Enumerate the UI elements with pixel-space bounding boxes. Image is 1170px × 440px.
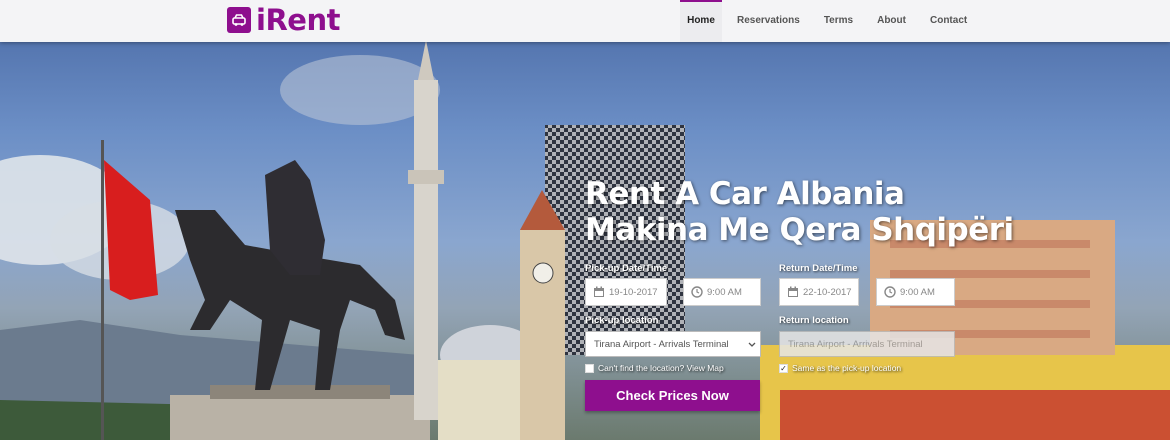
nav-reservations[interactable]: Reservations <box>737 0 800 42</box>
nav-home[interactable]: Home <box>680 0 722 42</box>
pickup-time-input[interactable]: 9:00 AM <box>683 278 761 306</box>
same-as-pickup-text: Same as the pick-up location <box>792 363 902 373</box>
check-prices-button[interactable]: Check Prices Now <box>585 380 760 411</box>
pickup-location-select[interactable]: Tirana Airport - Arrivals Terminal <box>585 331 761 357</box>
car-icon <box>227 7 251 33</box>
pickup-datetime-label: Pick-up Date/Time <box>585 263 668 274</box>
cant-find-checkbox[interactable] <box>585 363 594 373</box>
return-time-value: 9:00 AM <box>900 286 935 298</box>
chevron-down-icon <box>748 342 756 347</box>
brand-logo[interactable]: iRent <box>227 5 340 35</box>
hero-heading: Rent A Car Albania Makina Me Qera Shqipë… <box>585 176 1014 248</box>
cant-find-text[interactable]: Can't find the location? View Map <box>598 363 724 373</box>
cant-find-location-row[interactable]: Can't find the location? View Map <box>585 363 724 373</box>
pickup-location-value: Tirana Airport - Arrivals Terminal <box>594 338 729 350</box>
calendar-icon <box>594 286 604 297</box>
pickup-date-value: 19-10-2017 <box>609 286 658 298</box>
calendar-icon <box>788 286 798 297</box>
clock-icon <box>884 286 896 298</box>
nav-terms[interactable]: Terms <box>824 0 853 42</box>
pickup-time-value: 9:00 AM <box>707 286 742 298</box>
hero-line-2: Makina Me Qera Shqipëri <box>585 212 1014 248</box>
clock-icon <box>691 286 703 298</box>
nav-contact[interactable]: Contact <box>930 0 967 42</box>
nav-about[interactable]: About <box>877 0 906 42</box>
return-datetime-label: Return Date/Time <box>779 263 858 274</box>
hero-line-1: Rent A Car Albania <box>585 176 905 212</box>
return-location-select[interactable]: Tirana Airport - Arrivals Terminal <box>779 331 955 357</box>
return-date-input[interactable]: 22-10-2017 <box>779 278 859 306</box>
top-navbar: iRent Home Reservations Terms About Cont… <box>0 0 1170 42</box>
pickup-date-input[interactable]: 19-10-2017 <box>585 278 667 306</box>
return-location-label: Return location <box>779 315 849 326</box>
pickup-location-label: Pick-up location <box>585 315 659 326</box>
return-location-value: Tirana Airport - Arrivals Terminal <box>788 338 923 350</box>
return-time-input[interactable]: 9:00 AM <box>876 278 955 306</box>
main-nav: Home Reservations Terms About Contact <box>680 0 967 42</box>
same-as-pickup-row[interactable]: ✓ Same as the pick-up location <box>779 363 901 373</box>
return-date-value: 22-10-2017 <box>803 286 852 298</box>
same-as-pickup-checkbox[interactable]: ✓ <box>779 363 788 373</box>
brand-name: iRent <box>256 3 340 37</box>
